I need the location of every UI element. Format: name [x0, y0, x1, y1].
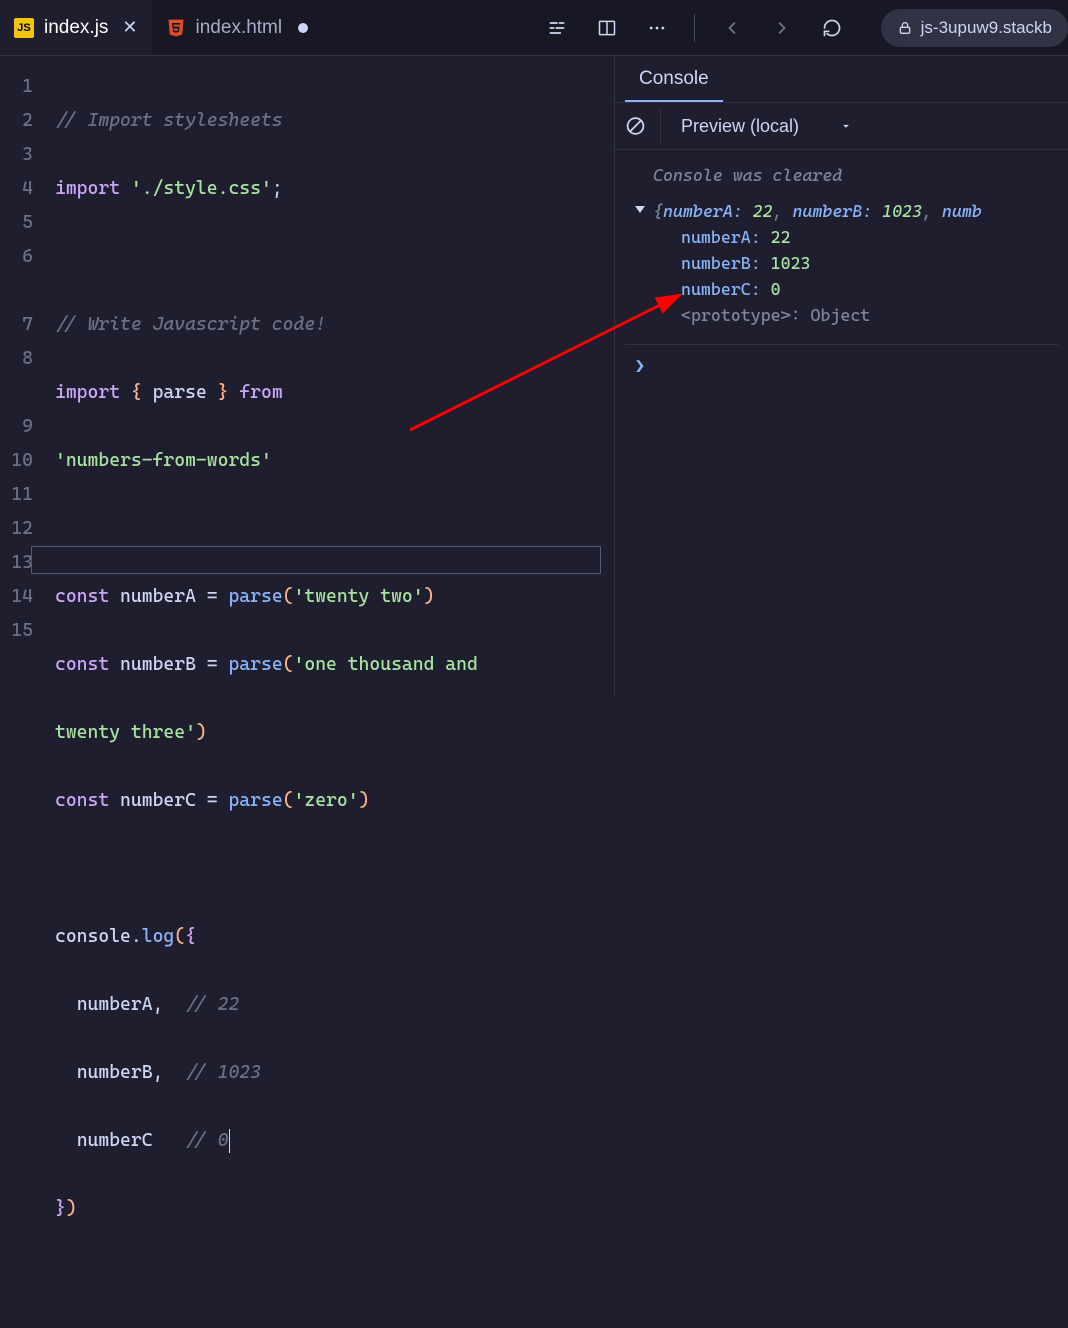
split-editor-icon[interactable] — [588, 9, 626, 47]
chevron-down-icon — [839, 119, 853, 133]
tab-label: index.html — [196, 17, 283, 39]
unsaved-dot-icon — [298, 23, 308, 33]
object-prop: numberC: 0 — [625, 276, 1058, 302]
context-select[interactable]: Preview (local) — [673, 112, 861, 141]
tab-console[interactable]: Console — [625, 58, 723, 102]
line-gutter: 1 2 3 4 5 6 7 8 9 10 11 12 13 14 15 — [0, 70, 55, 695]
console-output[interactable]: Console was cleared {numberA: 22, number… — [615, 150, 1068, 695]
console-prompt[interactable]: ❯ — [625, 344, 1058, 379]
close-icon[interactable]: ✕ — [122, 17, 137, 38]
panel-tabs: Console — [615, 56, 1068, 102]
code-editor[interactable]: 1 2 3 4 5 6 7 8 9 10 11 12 13 14 15 // I… — [0, 56, 614, 695]
object-prototype[interactable]: <prototype>: Object — [625, 302, 1058, 328]
forward-icon[interactable] — [763, 9, 801, 47]
prettier-icon[interactable] — [538, 9, 576, 47]
console-log-object[interactable]: {numberA: 22, numberB: 1023, numb — [625, 198, 1058, 224]
tab-index-js[interactable]: JS index.js ✕ — [0, 0, 152, 55]
code-content[interactable]: // Import stylesheets import './style.cs… — [55, 70, 614, 695]
object-prop: numberA: 22 — [625, 224, 1058, 250]
main: 1 2 3 4 5 6 7 8 9 10 11 12 13 14 15 // I… — [0, 56, 1068, 695]
back-icon[interactable] — [713, 9, 751, 47]
object-prop: numberB: 1023 — [625, 250, 1058, 276]
tab-index-html[interactable]: index.html — [152, 0, 323, 55]
js-file-icon: JS — [14, 18, 34, 38]
tab-label: index.js — [44, 17, 108, 39]
divider — [694, 14, 695, 42]
html-file-icon — [166, 18, 186, 38]
lock-icon — [897, 20, 913, 36]
clear-console-button[interactable] — [625, 108, 661, 144]
console-toolbar: Preview (local) — [615, 102, 1068, 150]
more-icon[interactable] — [638, 9, 676, 47]
selection-box — [31, 546, 601, 574]
devtools-panel: Console Preview (local) Console was clea… — [614, 56, 1068, 695]
url-text: js-3upuw9.stackb — [921, 18, 1052, 38]
object-summary: {numberA: 22, numberB: 1023, numb — [653, 198, 982, 224]
top-toolbar: js-3upuw9.stackb — [538, 0, 1068, 56]
url-bar[interactable]: js-3upuw9.stackb — [881, 9, 1068, 47]
reload-icon[interactable] — [813, 9, 851, 47]
context-label: Preview (local) — [681, 116, 799, 137]
console-cleared-msg: Console was cleared — [625, 162, 1058, 188]
expand-caret-icon[interactable] — [635, 206, 645, 213]
